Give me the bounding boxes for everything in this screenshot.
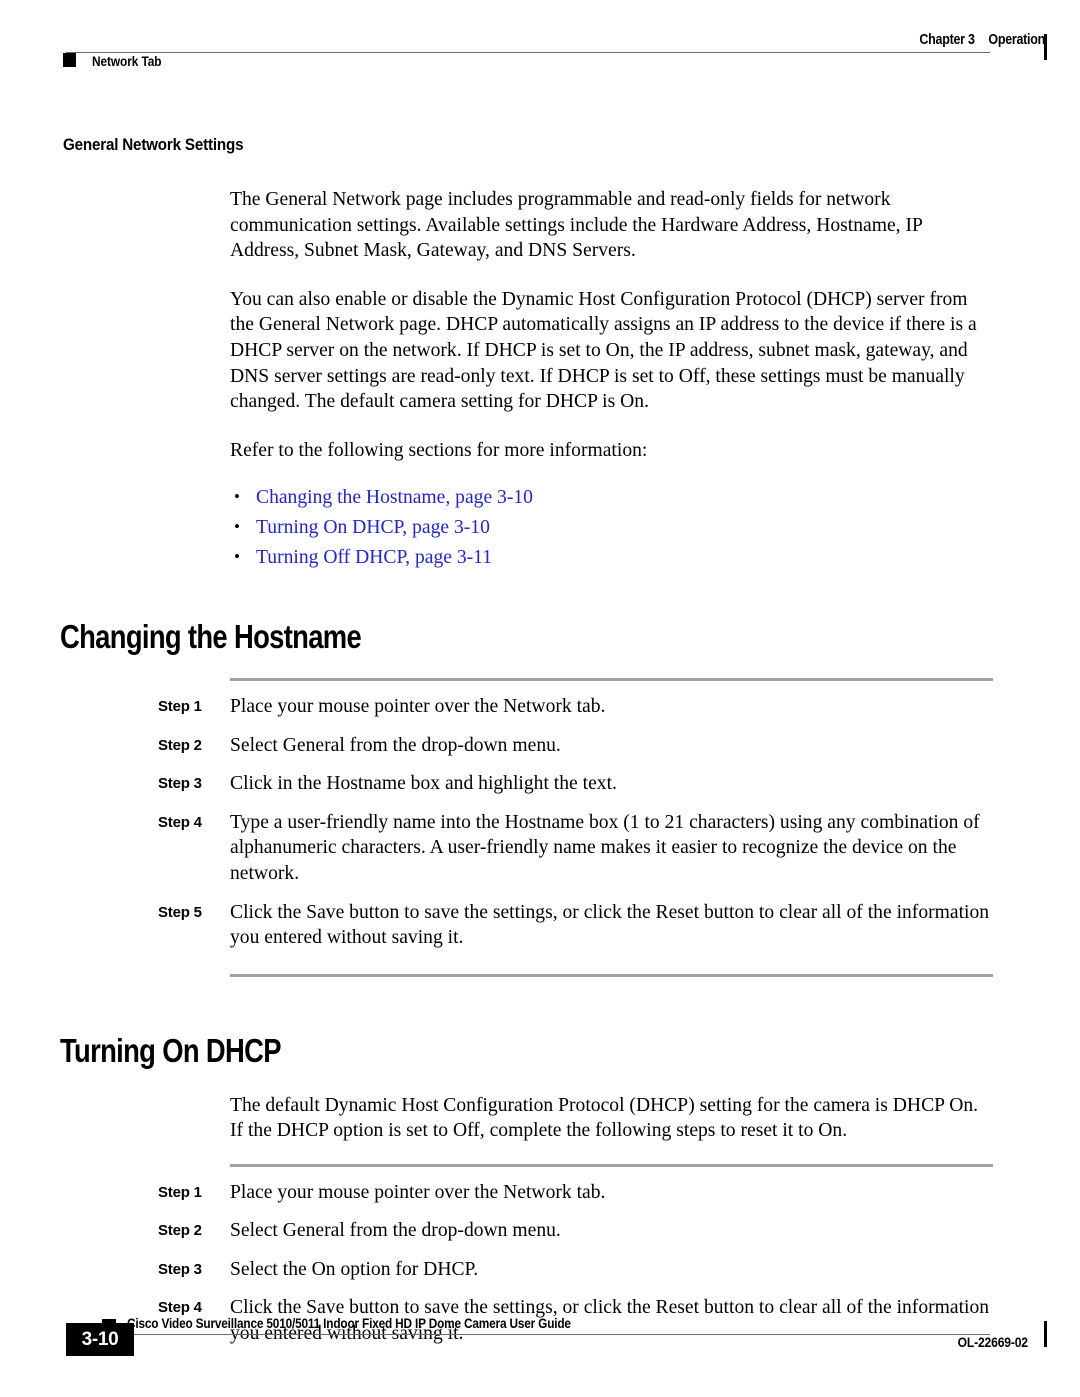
step-text: Place your mouse pointer over the Networ… — [230, 1181, 606, 1203]
footer-divider — [100, 1333, 990, 1335]
table-row: Step 1 Place your mouse pointer over the… — [158, 694, 994, 720]
cross-reference-link[interactable]: Changing the Hostname, page 3-10 — [256, 487, 533, 508]
step-label: Step 1 — [158, 698, 202, 716]
table-row: Step 2 Select General from the drop-down… — [158, 733, 994, 759]
header-end-bar-icon — [1044, 34, 1047, 60]
step-text: Select General from the drop-down menu. — [230, 734, 561, 756]
table-row: Step 1 Place your mouse pointer over the… — [158, 1180, 994, 1206]
step-label: Step 2 — [158, 736, 202, 754]
step-text: Click in the Hostname box and highlight … — [230, 773, 617, 795]
paragraph-turning-on-dhcp-intro: The default Dynamic Host Configuration P… — [230, 1094, 979, 1142]
table-row: Step 2 Select General from the drop-down… — [158, 1218, 994, 1244]
footer-guide-title: Cisco Video Surveillance 5010/5011 Indoo… — [127, 1316, 571, 1331]
step-label: Step 3 — [158, 775, 202, 793]
table-row: Step 5 Click the Save button to save the… — [158, 900, 994, 951]
table-row: Step 4 Type a user-friendly name into th… — [158, 810, 994, 887]
list-item[interactable]: Changing the Hostname, page 3-10 — [230, 482, 1080, 513]
table-row: Step 3 Click in the Hostname box and hig… — [158, 771, 994, 797]
section-title-turning-on-dhcp: Turning On DHCP — [60, 1031, 281, 1069]
header-divider — [66, 52, 990, 54]
cross-reference-link[interactable]: Turning On DHCP, page 3-10 — [256, 517, 490, 538]
header-chapter-number: Chapter 3 — [919, 32, 975, 48]
cross-reference-list: Changing the Hostname, page 3-10 Turning… — [230, 482, 1080, 573]
step-text: Select General from the drop-down menu. — [230, 1220, 561, 1242]
step-label: Step 4 — [158, 813, 202, 831]
page-number: 3-10 — [66, 1323, 134, 1356]
step-label: Step 5 — [158, 903, 202, 921]
paragraph-general-network-overview: The General Network page includes progra… — [230, 189, 923, 262]
sub-heading-general-network-settings: General Network Settings — [63, 136, 244, 154]
procedure-bottom-rule — [230, 973, 993, 977]
step-text: Type a user-friendly name into the Hostn… — [230, 811, 980, 885]
running-head-label: Network Tab — [92, 54, 162, 69]
procedure-top-rule — [230, 678, 993, 682]
page-header: Chapter 3 Operation Network Tab — [0, 0, 1080, 90]
paragraph-dhcp-overview: You can also enable or disable the Dynam… — [230, 288, 977, 413]
step-label: Step 1 — [158, 1183, 202, 1201]
page-content: General Network Settings The General Net… — [0, 120, 1080, 1347]
header-chapter-title: Operation — [988, 32, 1045, 48]
procedure-changing-the-hostname: Step 1 Place your mouse pointer over the… — [0, 678, 1080, 977]
list-item[interactable]: Turning Off DHCP, page 3-11 — [230, 542, 1080, 573]
step-label: Step 2 — [158, 1222, 202, 1240]
page-footer: Cisco Video Surveillance 5010/5011 Indoo… — [0, 1287, 1080, 1397]
step-text: Click the Save button to save the settin… — [230, 901, 990, 949]
table-row: Step 3 Select the On option for DHCP. — [158, 1257, 994, 1283]
procedure-top-rule — [230, 1163, 993, 1167]
list-item[interactable]: Turning On DHCP, page 3-10 — [230, 512, 1080, 543]
header-chapter-info: Chapter 3 Operation — [919, 32, 1045, 48]
section-title-changing-the-hostname: Changing the Hostname — [60, 617, 362, 655]
step-label: Step 3 — [158, 1260, 202, 1278]
document-id: OL-22669-02 — [957, 1335, 1028, 1350]
paragraph-refer-to-sections: Refer to the following sections for more… — [230, 439, 648, 461]
step-text: Place your mouse pointer over the Networ… — [230, 696, 606, 718]
footer-end-bar-icon — [1044, 1321, 1047, 1347]
header-square-marker-icon — [63, 53, 76, 67]
step-text: Select the On option for DHCP. — [230, 1258, 479, 1280]
cross-reference-link[interactable]: Turning Off DHCP, page 3-11 — [256, 547, 492, 568]
